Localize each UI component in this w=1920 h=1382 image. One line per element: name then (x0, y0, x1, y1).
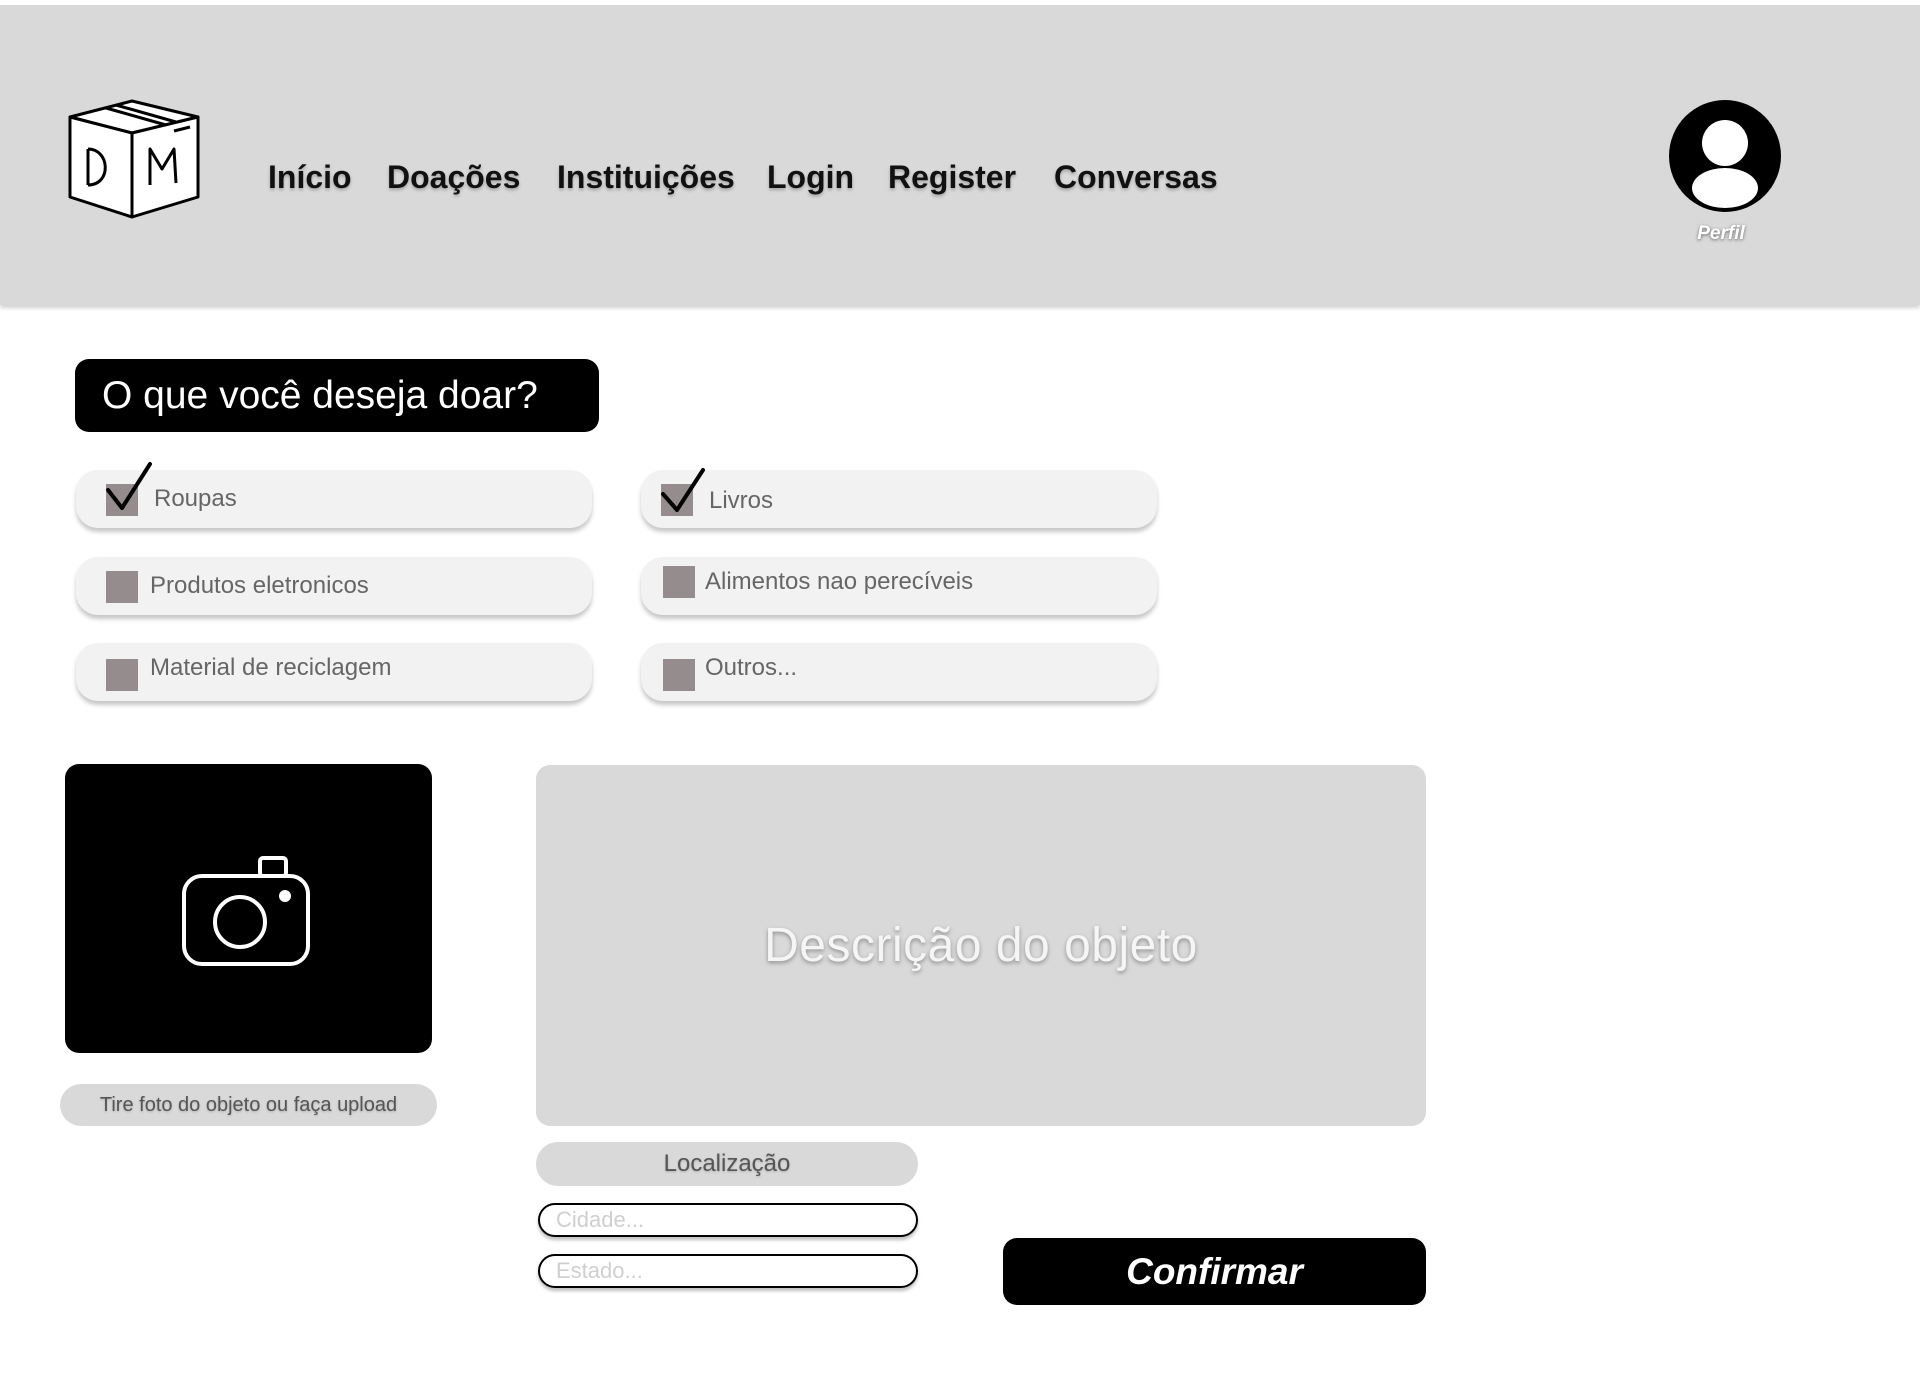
option-label: Roupas (154, 485, 237, 512)
option-label: Livros (709, 487, 774, 514)
profile-label[interactable]: Perfil (1669, 223, 1773, 245)
location-label: Localização (536, 1142, 918, 1186)
camera-icon (182, 856, 310, 966)
header-bar: Início Doações Instituições Login Regist… (0, 5, 1920, 305)
description-placeholder: Descrição do objeto (764, 919, 1198, 972)
option-livros[interactable]: Livros (641, 468, 1157, 528)
checkmark-icon (106, 462, 152, 510)
nav-login[interactable]: Login (767, 159, 854, 196)
checkbox[interactable] (106, 571, 138, 603)
nav-register[interactable]: Register (888, 159, 1016, 196)
option-roupas[interactable]: Roupas (76, 462, 592, 528)
option-label: Material de reciclagem (150, 654, 392, 681)
nav-inicio[interactable]: Início (268, 159, 352, 196)
option-label: Alimentos nao perecíveis (705, 568, 974, 595)
photo-upload-caption[interactable]: Tire foto do objeto ou faça upload (60, 1084, 437, 1126)
option-outros[interactable]: Outros... (641, 643, 1157, 701)
confirm-button[interactable]: Confirmar (1003, 1238, 1426, 1305)
option-produtos-eletronicos[interactable]: Produtos eletronicos (76, 557, 592, 615)
nav-conversas[interactable]: Conversas (1054, 159, 1218, 196)
checkbox[interactable] (106, 659, 138, 691)
description-textarea[interactable]: Descrição do objeto (536, 765, 1426, 1126)
option-label: Produtos eletronicos (150, 572, 369, 599)
page-title: O que você deseja doar? (75, 359, 599, 432)
state-input[interactable] (538, 1254, 918, 1288)
photo-upload-area[interactable] (65, 764, 432, 1053)
checkbox[interactable] (663, 566, 695, 598)
option-alimentos[interactable]: Alimentos nao perecíveis (641, 557, 1157, 615)
user-avatar-icon[interactable] (1669, 100, 1781, 212)
checkbox[interactable] (663, 659, 695, 691)
box-logo-icon[interactable] (66, 97, 202, 221)
nav-instituicoes[interactable]: Instituições (557, 159, 735, 196)
option-material-reciclagem[interactable]: Material de reciclagem (76, 643, 592, 701)
avatar-body (1692, 168, 1758, 208)
checkmark-icon (661, 468, 705, 512)
nav-doacoes[interactable]: Doações (387, 159, 520, 196)
avatar-head (1702, 120, 1748, 166)
option-label: Outros... (705, 654, 798, 681)
city-input[interactable] (538, 1203, 918, 1237)
